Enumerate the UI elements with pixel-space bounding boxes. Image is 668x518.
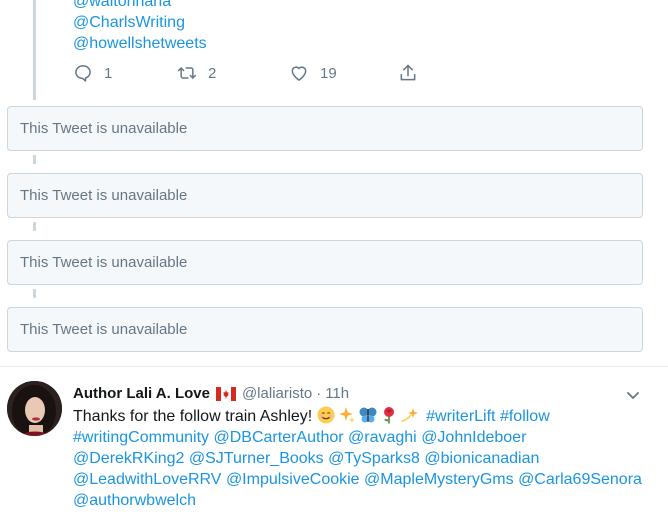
- top-tweet-mentions: @waltonhana @CharlsWriting @howellshetwe…: [73, 0, 633, 54]
- tweet-text: Thanks for the follow train Ashley! #wri…: [73, 406, 653, 511]
- unavailable-tweet-text: This Tweet is unavailable: [20, 120, 188, 137]
- chevron-down-icon[interactable]: [624, 386, 642, 404]
- avatar[interactable]: [7, 381, 62, 436]
- unavailable-tweet-card: This Tweet is unavailable: [7, 307, 643, 352]
- like-count: 19: [320, 64, 337, 82]
- tweet-text-intro: Thanks for the follow train Ashley!: [73, 408, 313, 425]
- mention-link[interactable]: @MapleMysteryGms: [364, 471, 514, 488]
- mention-link[interactable]: @Carla69Senora: [518, 471, 642, 488]
- share-icon: [398, 63, 418, 83]
- mention-link[interactable]: @JohnIdeboer: [421, 429, 526, 446]
- tweet-timestamp[interactable]: 11h: [325, 384, 349, 404]
- mention-link[interactable]: @howellshetweets: [73, 35, 207, 52]
- mention-link[interactable]: @DBCarterAuthor: [214, 429, 344, 446]
- tweet-header: Author Lali A. Love @laliaristo · 11h: [73, 384, 349, 404]
- mention-link[interactable]: @CharlsWriting: [73, 14, 185, 31]
- like-button[interactable]: 19: [289, 61, 337, 85]
- dizzy-icon: [400, 406, 419, 424]
- unavailable-tweet-card: This Tweet is unavailable: [7, 106, 643, 151]
- thread-line: [33, 0, 36, 100]
- separator-dot: ·: [316, 385, 322, 402]
- mention-link[interactable]: @ImpulsiveCookie: [226, 471, 360, 488]
- mention-link[interactable]: @SJTurner_Books: [189, 450, 324, 467]
- tweet-divider: [0, 366, 668, 367]
- thread-line: [33, 289, 36, 298]
- hashtag-link[interactable]: #writerLift: [426, 408, 495, 425]
- mention-link[interactable]: @authorwbwelch: [73, 492, 196, 509]
- unavailable-tweet-card: This Tweet is unavailable: [7, 240, 643, 285]
- sparkles-icon: [338, 406, 356, 424]
- mention-link[interactable]: @TySparks8: [328, 450, 420, 467]
- thread-line: [33, 155, 36, 164]
- butterfly-icon: [359, 406, 377, 424]
- hashtag-link[interactable]: #writingCommunity: [73, 429, 209, 446]
- share-button[interactable]: [398, 61, 418, 85]
- canada-flag-icon: [215, 387, 236, 401]
- unavailable-tweet-text: This Tweet is unavailable: [20, 187, 188, 204]
- mention-link[interactable]: @DerekRKing2: [73, 450, 184, 467]
- mention-link[interactable]: @bionicanadian: [424, 450, 539, 467]
- reply-count: 1: [104, 64, 113, 82]
- smiling-face-icon: [317, 406, 335, 424]
- unavailable-tweet-card: This Tweet is unavailable: [7, 173, 643, 218]
- unavailable-tweet-text: This Tweet is unavailable: [20, 254, 188, 271]
- display-name[interactable]: Author Lali A. Love: [73, 384, 210, 404]
- retweet-count: 2: [208, 64, 217, 82]
- user-handle[interactable]: @laliaristo: [242, 384, 312, 404]
- rose-icon: [380, 406, 398, 424]
- retweet-icon: [177, 63, 197, 83]
- reply-button[interactable]: 1: [73, 61, 112, 85]
- mention-link[interactable]: @LeadwithLoveRRV: [73, 471, 221, 488]
- mention-link[interactable]: @waltonhana: [73, 0, 171, 10]
- hashtag-link[interactable]: #follow: [500, 408, 550, 425]
- heart-icon: [289, 63, 309, 83]
- unavailable-tweet-text: This Tweet is unavailable: [20, 321, 188, 338]
- retweet-button[interactable]: 2: [177, 61, 216, 85]
- mention-link[interactable]: @ravaghi: [348, 429, 417, 446]
- thread-line: [33, 222, 36, 231]
- tweet-action-bar: 1 2 19: [73, 61, 453, 85]
- reply-icon: [73, 63, 93, 83]
